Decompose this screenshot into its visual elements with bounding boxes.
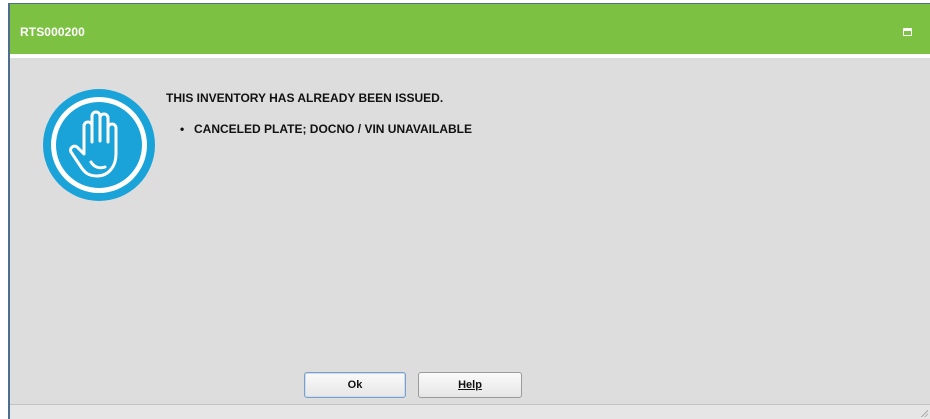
maximize-icon[interactable] (903, 28, 912, 36)
ok-button[interactable]: Ok (304, 372, 406, 398)
dialog-title: RTS000200 (20, 25, 85, 39)
help-button[interactable]: Help (418, 372, 522, 398)
stop-hand-icon (43, 89, 155, 201)
error-dialog: RTS000200 THIS INVENTORY HAS ALREADY BEE… (8, 3, 930, 419)
detail-item: CANCELED PLATE; DOCNO / VIN UNAVAILABLE (178, 122, 472, 136)
ok-button-label: Ok (347, 379, 363, 391)
message-heading: THIS INVENTORY HAS ALREADY BEEN ISSUED. (166, 91, 444, 105)
help-button-label: Help (458, 379, 482, 391)
message-details: CANCELED PLATE; DOCNO / VIN UNAVAILABLE (178, 122, 472, 136)
status-bar (10, 404, 930, 419)
resize-grip-icon[interactable] (920, 409, 928, 417)
dialog-titlebar[interactable]: RTS000200 (10, 4, 930, 58)
